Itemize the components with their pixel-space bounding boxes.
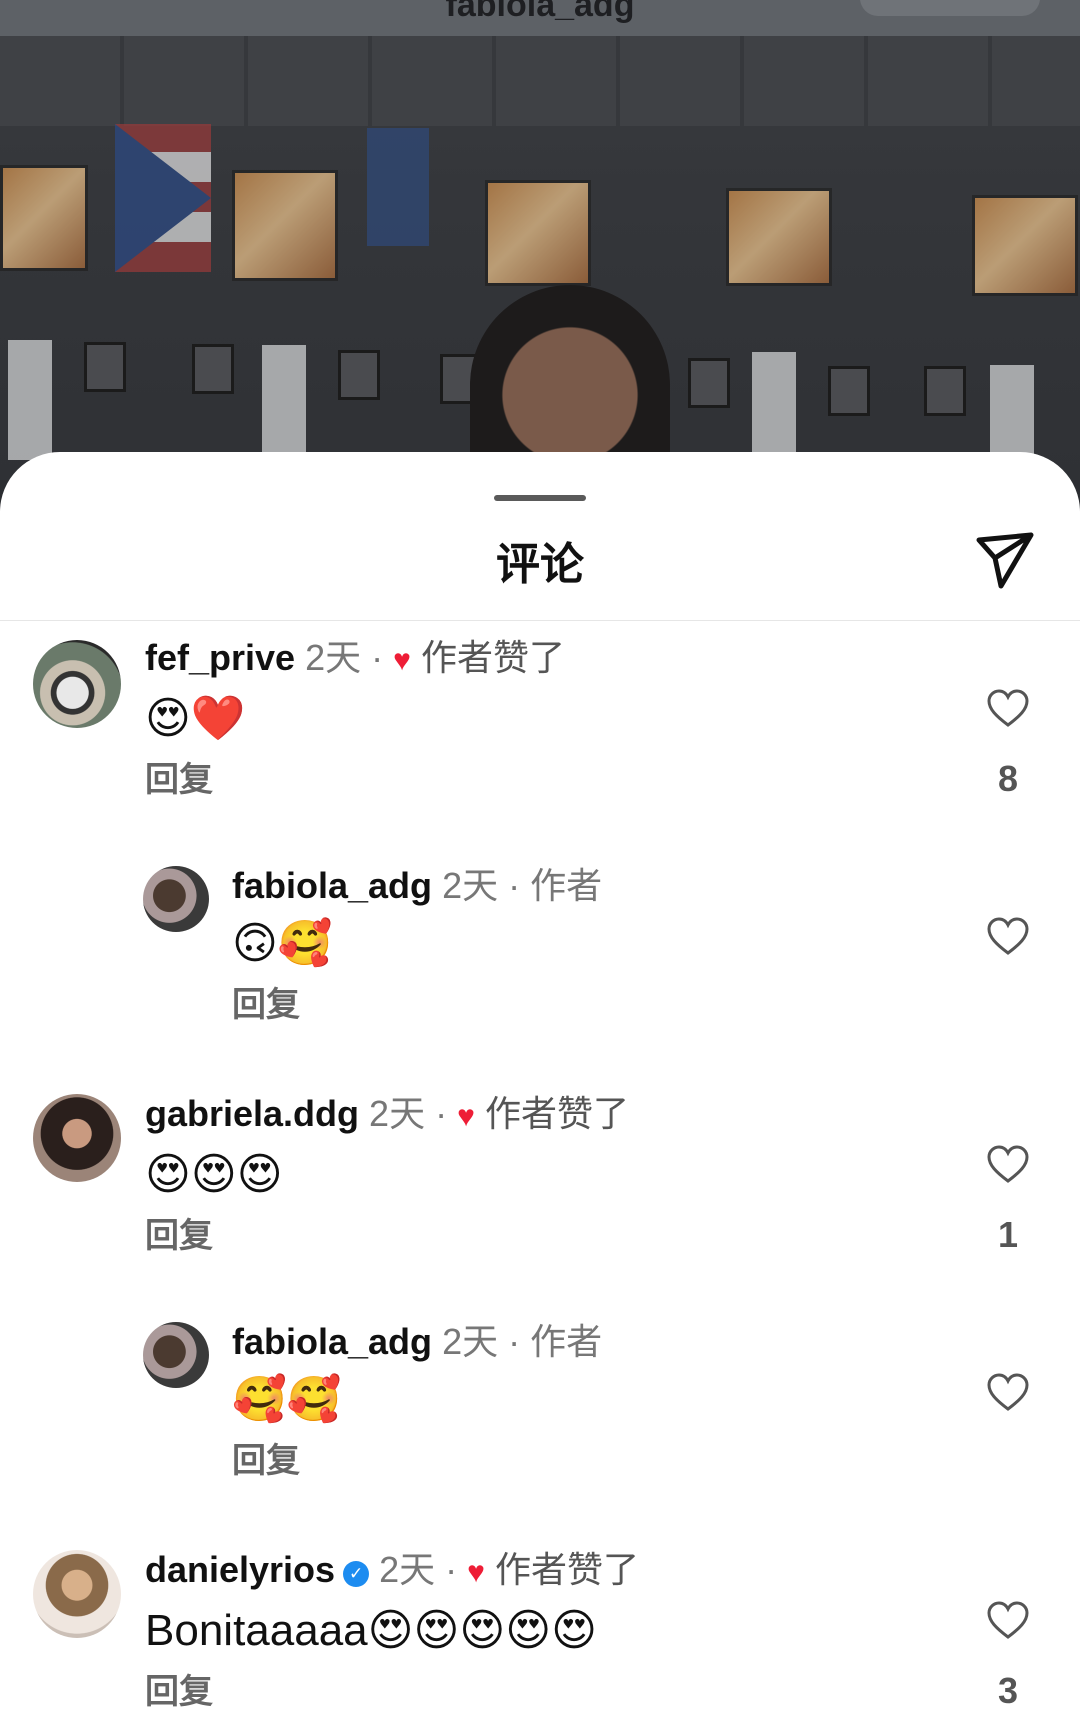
comment-time: 2天 bbox=[305, 637, 362, 678]
comment-username[interactable]: gabriela.ddg bbox=[145, 1093, 359, 1134]
heart-outline-icon[interactable] bbox=[986, 916, 1030, 956]
comment-text: 😍😍😍 bbox=[145, 1150, 283, 1199]
comment-text: 😍❤️ bbox=[145, 694, 246, 743]
comment-item: danielyrios ✓ 2天 · ♥ 作者赞了 Bonitaaaaa😍😍😍😍😍… bbox=[0, 1548, 1080, 1730]
reply-button[interactable]: 回复 bbox=[145, 1669, 940, 1715]
like-count: 3 bbox=[997, 1670, 1019, 1711]
wall-painting bbox=[726, 188, 832, 286]
wall-light bbox=[8, 340, 52, 460]
header-pill bbox=[860, 0, 1040, 16]
wall-painting bbox=[485, 180, 591, 286]
wall-frame bbox=[84, 342, 126, 392]
comment-item: fef_prive 2天 · ♥ 作者赞了 😍❤️ 回复 8 bbox=[0, 636, 1080, 836]
comment-text: 🙃🥰 bbox=[232, 919, 333, 968]
wall-painting bbox=[0, 165, 88, 271]
avatar[interactable] bbox=[33, 640, 121, 728]
heart-filled-icon: ♥ bbox=[457, 1100, 475, 1133]
comment-text: 🥰🥰 bbox=[232, 1375, 342, 1424]
wall-light bbox=[262, 345, 306, 465]
wall-frame bbox=[688, 358, 730, 408]
reply-button[interactable]: 回复 bbox=[145, 1213, 940, 1259]
heart-outline-icon[interactable] bbox=[986, 688, 1030, 728]
comment-header: gabriela.ddg 2天 · ♥ 作者赞了 bbox=[145, 1092, 940, 1139]
reply-item: fabiola_adg 2天 · 作者 🙃🥰 回复 bbox=[0, 864, 1080, 1064]
heart-outline-icon[interactable] bbox=[986, 1600, 1030, 1640]
wall-painting bbox=[232, 170, 338, 281]
post-background: fabiola_adg bbox=[0, 0, 1080, 480]
heart-filled-icon: ♥ bbox=[393, 644, 411, 677]
wall-painting bbox=[972, 195, 1078, 296]
avatar[interactable] bbox=[33, 1550, 121, 1638]
header-divider bbox=[0, 620, 1080, 621]
comments-sheet: 评论 fef_prive 2天 · ♥ 作者赞了 😍❤️ 回复 8 fabiol… bbox=[0, 452, 1080, 1730]
avatar[interactable] bbox=[143, 866, 209, 932]
reply-button[interactable]: 回复 bbox=[232, 982, 940, 1028]
author-liked-label: 作者赞了 bbox=[420, 637, 565, 678]
avatar[interactable] bbox=[33, 1094, 121, 1182]
reply-item: fabiola_adg 2天 · 作者 🥰🥰 回复 bbox=[0, 1320, 1080, 1520]
wall-frame bbox=[828, 366, 870, 416]
sheet-title: 评论 bbox=[496, 540, 584, 589]
comment-time: 2天 bbox=[442, 865, 499, 906]
comment-text: Bonitaaaaa😍😍😍😍😍 bbox=[145, 1606, 597, 1655]
send-icon[interactable] bbox=[974, 528, 1036, 590]
comment-time: 2天 bbox=[442, 1321, 499, 1362]
author-liked-label: 作者赞了 bbox=[484, 1093, 629, 1134]
ceiling bbox=[0, 36, 1080, 126]
comment-username[interactable]: fabiola_adg bbox=[232, 865, 432, 906]
like-count: 1 bbox=[997, 1214, 1019, 1255]
comment-time: 2天 bbox=[369, 1093, 426, 1134]
reply-button[interactable]: 回复 bbox=[145, 757, 940, 803]
heart-filled-icon: ♥ bbox=[467, 1556, 485, 1589]
comment-header: fabiola_adg 2天 · 作者 bbox=[232, 865, 603, 906]
post-header: fabiola_adg bbox=[0, 0, 1080, 36]
comment-username[interactable]: fef_prive bbox=[145, 637, 295, 678]
reply-button[interactable]: 回复 bbox=[232, 1438, 940, 1484]
wall-frame bbox=[338, 350, 380, 400]
comment-header: fef_prive 2天 · ♥ 作者赞了 bbox=[145, 636, 940, 683]
author-label: 作者 bbox=[530, 865, 603, 906]
flag-image bbox=[115, 124, 211, 272]
verified-badge-icon: ✓ bbox=[343, 1561, 370, 1587]
comment-time: 2天 bbox=[379, 1549, 436, 1590]
post-person bbox=[470, 285, 670, 480]
like-count: 8 bbox=[997, 758, 1019, 799]
comment-item: gabriela.ddg 2天 · ♥ 作者赞了 😍😍😍 回复 1 bbox=[0, 1092, 1080, 1292]
wall-frame bbox=[192, 344, 234, 394]
comment-username[interactable]: fabiola_adg bbox=[232, 1321, 432, 1362]
avatar[interactable] bbox=[143, 1322, 209, 1388]
sheet-grabber[interactable] bbox=[494, 495, 586, 501]
comment-username[interactable]: danielyrios bbox=[145, 1549, 335, 1590]
flag-image bbox=[367, 128, 429, 246]
comment-header: fabiola_adg 2天 · 作者 bbox=[232, 1321, 603, 1362]
author-liked-label: 作者赞了 bbox=[494, 1549, 639, 1590]
heart-outline-icon[interactable] bbox=[986, 1144, 1030, 1184]
wall-frame bbox=[924, 366, 966, 416]
author-label: 作者 bbox=[530, 1321, 603, 1362]
heart-outline-icon[interactable] bbox=[986, 1372, 1030, 1412]
comment-header: danielyrios ✓ 2天 · ♥ 作者赞了 bbox=[145, 1548, 940, 1595]
